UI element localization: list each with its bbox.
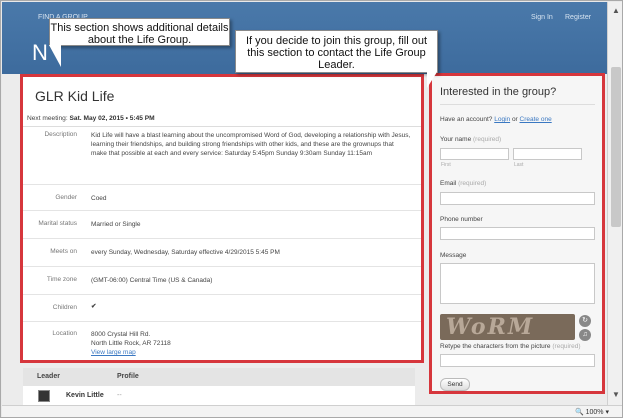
leader-table-header: Leader Profile — [23, 368, 415, 386]
email-label: Email (required) — [440, 180, 486, 187]
email-field[interactable] — [440, 192, 595, 205]
page-heading: N — [32, 40, 48, 65]
email-label-text: Email — [440, 180, 457, 187]
detail-label: Location — [52, 330, 77, 337]
detail-row-time-zone: Time zone (GMT-06:00) Central Time (US &… — [23, 267, 421, 295]
next-meeting: Next meeting: Sat. May 02, 2015 • 5:45 P… — [23, 115, 421, 127]
detail-value: Coed — [91, 195, 107, 202]
zoom-value: 100% — [585, 409, 604, 416]
detail-value: Married or Single — [91, 221, 141, 228]
captcha-input[interactable] — [440, 354, 595, 367]
detail-row-children: Children ✔ — [23, 295, 421, 322]
leader-name[interactable]: Kevin Little — [66, 392, 104, 399]
browser-frame: FIND A GROUP Sign In Register N GLR Kid … — [0, 0, 623, 418]
name-label: Your name (required) — [440, 136, 501, 143]
callout-contact-tail — [427, 72, 437, 88]
detail-label: Meets on — [50, 248, 77, 255]
divider — [440, 104, 595, 105]
register-link[interactable]: Register — [565, 14, 591, 21]
leader-table: Leader Profile Kevin Little -- — [23, 368, 415, 406]
or-text: or — [511, 116, 518, 123]
detail-value: Kid Life will have a blast learning abou… — [91, 132, 411, 157]
message-label: Message — [440, 252, 467, 259]
detail-label: Gender — [55, 194, 77, 201]
phone-field[interactable] — [440, 227, 595, 240]
page-scrollbar[interactable]: ▲ ▼ — [607, 2, 622, 405]
leader-column-header: Leader — [37, 373, 60, 380]
scroll-down-icon[interactable]: ▼ — [612, 390, 620, 399]
detail-row-gender: Gender Coed — [23, 185, 421, 211]
required-note: (required) — [458, 180, 487, 187]
detail-row-location: Location 8000 Crystal Hill Rd. North Lit… — [23, 322, 421, 360]
address-line-2: North Little Rock, AR 72118 — [91, 340, 171, 347]
group-details-panel: GLR Kid Life Next meeting: Sat. May 02, … — [20, 74, 424, 363]
avatar — [38, 390, 50, 402]
first-hint: First — [441, 162, 451, 168]
last-name-input[interactable] — [513, 148, 582, 160]
refresh-captcha-icon[interactable]: ↻ — [579, 315, 591, 327]
address-line-1: 8000 Crystal Hill Rd. — [91, 331, 151, 338]
next-meeting-value: Sat. May 02, 2015 • 5:45 PM — [69, 115, 155, 122]
status-bar: 🔍 100% ▾ — [2, 405, 622, 417]
first-name-input[interactable] — [440, 148, 509, 160]
captcha-text: WoRM — [446, 314, 535, 340]
detail-label: Time zone — [46, 276, 77, 283]
phone-label: Phone number — [440, 216, 483, 223]
next-meeting-label: Next meeting: — [27, 115, 68, 122]
name-label-text: Your name — [440, 136, 472, 143]
message-textarea[interactable] — [440, 263, 595, 304]
view-large-map-link[interactable]: View large map — [91, 349, 136, 356]
scroll-up-icon[interactable]: ▲ — [612, 6, 620, 15]
retype-label-text: Retype the characters from the picture — [440, 343, 551, 350]
required-note: (required) — [552, 343, 581, 350]
captcha-image: WoRM — [440, 314, 575, 340]
sign-in-link[interactable]: Sign In — [531, 14, 553, 21]
detail-label: Description — [44, 131, 77, 138]
account-line: Have an account? Login or Create one — [440, 116, 552, 123]
audio-captcha-icon[interactable]: ♫ — [579, 329, 591, 341]
last-hint: Last — [514, 162, 524, 168]
leader-profile: -- — [117, 392, 122, 399]
profile-column-header: Profile — [117, 373, 139, 380]
detail-label: Children — [52, 304, 77, 311]
callout-details: This section shows additional details ab… — [49, 18, 230, 46]
contact-form-panel: Interested in the group? Have an account… — [429, 73, 605, 394]
detail-row-description: Description Kid Life will have a blast l… — [23, 129, 421, 185]
detail-label: Marital status — [38, 220, 77, 227]
required-note: (required) — [473, 136, 502, 143]
account-prompt: Have an account? — [440, 116, 493, 123]
group-title: GLR Kid Life — [35, 88, 115, 104]
zoom-level[interactable]: 🔍 100% ▾ — [575, 408, 609, 416]
children-check-icon: ✔ — [91, 303, 97, 310]
callout-contact: If you decide to join this group, fill o… — [235, 30, 438, 73]
retype-label: Retype the characters from the picture (… — [440, 343, 581, 350]
location-address: 8000 Crystal Hill Rd. North Little Rock,… — [91, 330, 411, 357]
login-link[interactable]: Login — [494, 116, 510, 123]
detail-row-marital-status: Marital status Married or Single — [23, 211, 421, 239]
form-title: Interested in the group? — [440, 86, 557, 98]
detail-value: every Sunday, Wednesday, Saturday effect… — [91, 249, 280, 256]
callout-details-tail — [49, 45, 61, 67]
scroll-thumb[interactable] — [611, 67, 621, 227]
create-account-link[interactable]: Create one — [520, 116, 552, 123]
send-button[interactable]: Send — [440, 378, 470, 391]
detail-value: (GMT-06:00) Central Time (US & Canada) — [91, 277, 213, 284]
detail-row-meets-on: Meets on every Sunday, Wednesday, Saturd… — [23, 239, 421, 267]
